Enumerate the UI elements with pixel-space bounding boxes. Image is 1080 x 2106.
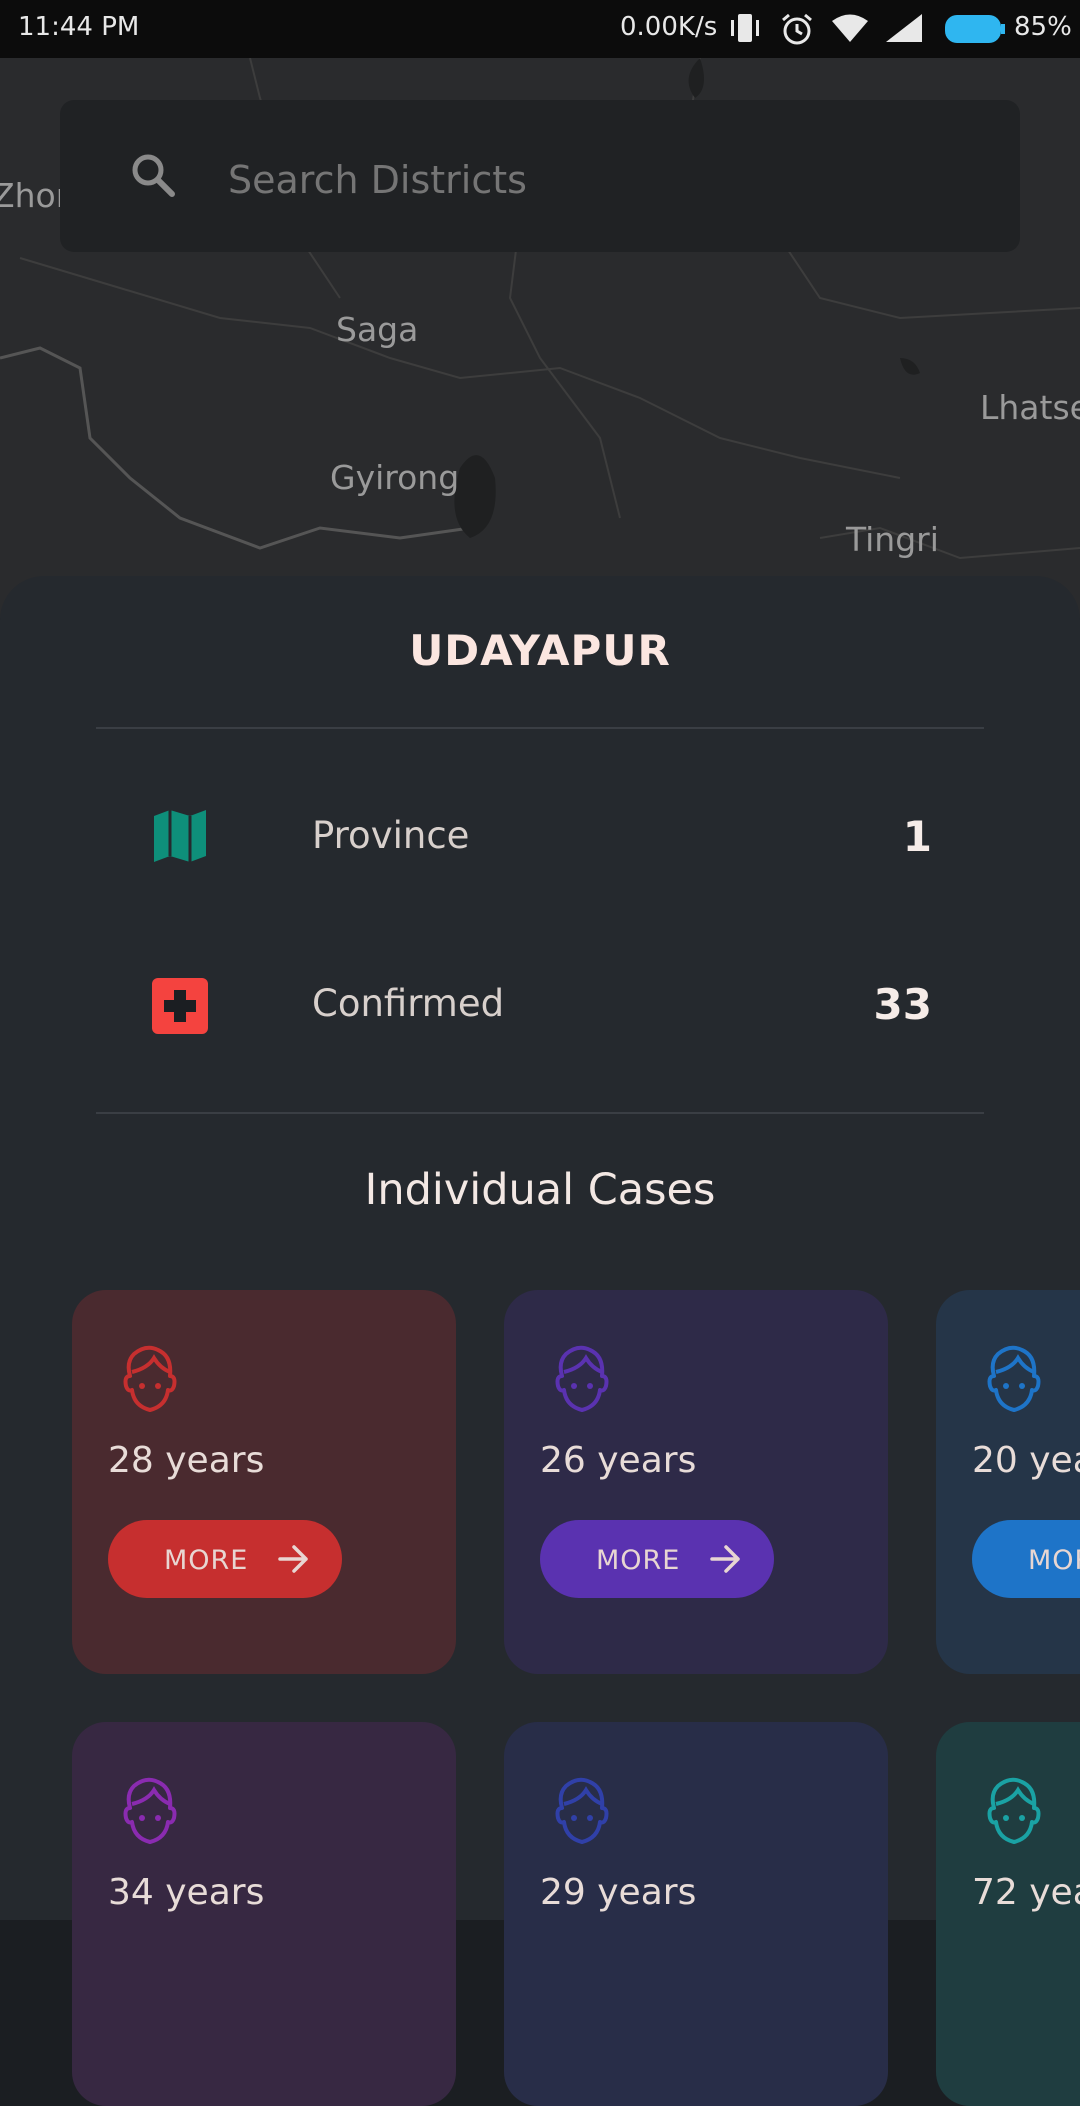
case-age: 26 years <box>540 1440 697 1481</box>
case-card[interactable]: 72 years <box>936 1722 1080 2106</box>
signal-icon <box>884 12 924 51</box>
battery-percent: 85% <box>1014 12 1072 42</box>
arrow-right-icon <box>708 1542 742 1583</box>
district-sheet <box>0 576 1080 1920</box>
case-card[interactable]: 29 years <box>504 1722 888 2106</box>
more-label: MORE <box>1028 1545 1080 1576</box>
map-label-tingri: Tingri <box>846 520 939 559</box>
individual-cases-title: Individual Cases <box>364 1165 716 1215</box>
vibrate-icon <box>726 12 764 51</box>
case-card[interactable]: 20 years MORE <box>936 1290 1080 1674</box>
battery-icon <box>944 14 1006 51</box>
more-button[interactable]: MORE <box>972 1520 1080 1598</box>
person-face-icon <box>982 1342 1046 1418</box>
person-face-icon <box>550 1774 614 1850</box>
case-age: 72 years <box>972 1872 1080 1913</box>
case-card[interactable]: 34 years <box>72 1722 456 2106</box>
network-speed: 0.00K/s <box>620 12 718 42</box>
status-bar: 11:44 PM 0.00K/s 85% <box>0 0 1080 58</box>
more-button[interactable]: MORE <box>108 1520 342 1598</box>
search-input[interactable] <box>226 154 990 206</box>
map-label-saga: Saga <box>336 310 419 349</box>
case-age: 34 years <box>108 1872 265 1913</box>
map-label-gyirong: Gyirong <box>330 458 460 497</box>
wifi-icon <box>830 12 870 51</box>
alarm-icon <box>780 12 814 53</box>
divider <box>96 727 984 729</box>
first-aid-icon <box>152 978 208 1038</box>
case-card[interactable]: 26 years MORE <box>504 1290 888 1674</box>
map-label-lhatse: Lhatse <box>980 388 1080 427</box>
map-icon <box>152 808 208 868</box>
case-age: 29 years <box>540 1872 697 1913</box>
more-label: MORE <box>596 1545 681 1576</box>
search-icon <box>128 150 178 204</box>
person-face-icon <box>118 1342 182 1418</box>
case-age: 20 years <box>972 1440 1080 1481</box>
divider <box>96 1112 984 1114</box>
more-button[interactable]: MORE <box>540 1520 774 1598</box>
more-label: MORE <box>164 1545 249 1576</box>
province-label: Province <box>312 814 470 857</box>
arrow-right-icon <box>276 1542 310 1583</box>
person-face-icon <box>550 1342 614 1418</box>
province-value: 1 <box>902 812 932 861</box>
case-card[interactable]: 28 years MORE <box>72 1290 456 1674</box>
person-face-icon <box>982 1774 1046 1850</box>
person-face-icon <box>118 1774 182 1850</box>
case-age: 28 years <box>108 1440 265 1481</box>
status-time: 11:44 PM <box>18 12 140 42</box>
district-name: UDAYAPUR <box>409 626 671 675</box>
confirmed-value: 33 <box>873 980 932 1029</box>
confirmed-label: Confirmed <box>312 982 505 1025</box>
